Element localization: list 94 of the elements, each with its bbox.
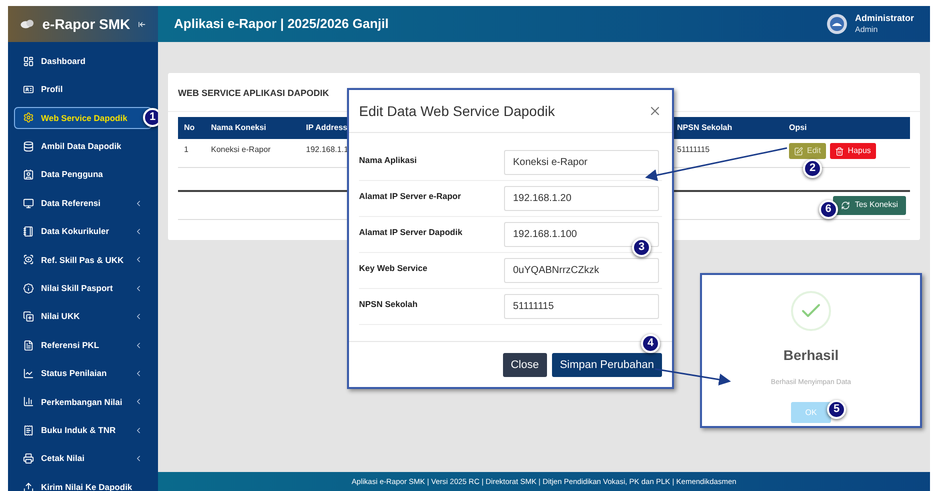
menu-label: Referensi PKL [41, 338, 100, 352]
brand-name: e-Rapor SMK [42, 14, 130, 34]
logo-icon [20, 17, 34, 31]
menu-label: Data Kokurikuler [41, 225, 110, 238]
chevron-icon [134, 255, 143, 264]
edit-icon [794, 146, 803, 156]
menu-icon [23, 482, 34, 491]
menu-label: Nilai UKK [41, 310, 80, 324]
menu-label: Ambil Data Dapodik [41, 140, 122, 153]
field-label: Alamat IP Server Dapodik [359, 226, 464, 239]
menu-label: Web Service Dapodik [41, 112, 128, 124]
table-cell: 51111115 [677, 145, 710, 154]
chevron-icon [134, 198, 143, 208]
sidebar-item[interactable]: Data Kokurikuler [14, 220, 152, 243]
menu-icon [23, 84, 34, 96]
card-title: WEB SERVICE APLIKASI DAPODIK [178, 88, 330, 98]
sidebar-item[interactable]: Status Penilaian [14, 362, 152, 385]
menu-label: Nilai Skill Pasport [41, 282, 113, 295]
menu-label: Status Penilaian [41, 367, 107, 380]
menu-label: Data Referensi [41, 196, 101, 210]
success-check-icon [791, 291, 831, 331]
field-label: Alamat IP Server e-Rapor [359, 190, 462, 203]
app-title: Aplikasi e-Rapor | 2025/2026 Ganjil [174, 15, 389, 34]
trash-icon [834, 146, 844, 156]
column-header: No [178, 117, 205, 139]
chevron-icon [134, 284, 143, 293]
text-field[interactable]: 51111115 [504, 294, 659, 319]
menu-icon [23, 311, 34, 322]
menu-label: Data Pengguna [41, 168, 103, 182]
refresh-icon [840, 200, 850, 210]
menu-label: Dashboard [41, 54, 86, 68]
chevron-icon [134, 312, 143, 322]
chevron-icon [134, 397, 143, 406]
close-icon[interactable] [648, 104, 662, 118]
text-field[interactable]: 0uYQABNrrzCZkzk [504, 258, 659, 283]
menu-icon [23, 340, 34, 351]
field-label: NPSN Sekolah [359, 298, 419, 311]
menu-icon [23, 226, 34, 238]
menu-icon [23, 396, 34, 408]
user-name: Administrator [854, 13, 914, 25]
table-cell: Koneksi e-Rapor [211, 145, 271, 154]
menu-label: Ref. Skill Pas & UKK [41, 254, 124, 266]
chevron-icon [134, 227, 143, 236]
save-button[interactable]: Simpan Perubahan [552, 353, 662, 377]
menu-icon [23, 254, 34, 266]
table-cell: 192.168.1.1 [306, 145, 348, 154]
step-number-badge: 3 [632, 238, 651, 257]
menu-icon [23, 453, 34, 464]
test-connection-button[interactable]: Tes Koneksi [832, 196, 906, 214]
text-field[interactable]: Koneksi e-Rapor [504, 150, 659, 175]
close-button[interactable]: Close [502, 353, 547, 377]
avatar-icon[interactable] [826, 14, 847, 34]
sidebar-item[interactable]: Buku Induk & TNR [14, 419, 152, 442]
sidebar-item[interactable]: Nilai Skill Pasport [14, 277, 152, 300]
field-label: Key Web Service [359, 262, 428, 275]
delete-button[interactable]: Hapus [830, 143, 876, 159]
field-label: Nama Aplikasi [359, 154, 418, 167]
sidebar-item[interactable]: Data Referensi [14, 192, 152, 214]
menu-icon [23, 368, 34, 379]
menu-icon [23, 282, 34, 294]
step-number-badge: 6 [818, 200, 838, 218]
chevron-icon [134, 454, 143, 464]
column-header: Opsi [783, 117, 910, 139]
sidebar-item[interactable]: Ambil Data Dapodik [14, 135, 152, 158]
chevron-icon [134, 368, 143, 378]
sidebar-item[interactable]: Nilai UKK [14, 306, 152, 328]
menu-icon [23, 140, 34, 152]
table-cell: 1 [184, 145, 188, 154]
menu-label: Buku Induk & TNR [41, 424, 116, 437]
sidebar-item[interactable]: Ref. Skill Pas & UKK [14, 248, 152, 272]
menu-label: Cetak Nilai [41, 452, 84, 466]
menu-icon [23, 56, 34, 67]
menu-icon [23, 112, 34, 124]
step-number-badge: 5 [827, 400, 846, 418]
chevron-icon [134, 426, 143, 435]
menu-icon [23, 198, 34, 209]
sidebar-item[interactable]: Perkembangan Nilai [14, 390, 152, 414]
chevron-icon [134, 340, 143, 350]
column-header: NPSN Sekolah [671, 117, 783, 139]
step-number-badge: 4 [641, 334, 660, 353]
sidebar-item[interactable]: Referensi PKL [14, 334, 152, 356]
sidebar-item[interactable]: Profil [14, 78, 152, 101]
sidebar-item[interactable]: Cetak Nilai [14, 447, 152, 470]
user-role: Admin [854, 24, 879, 35]
sidebar-item[interactable]: Dashboard [14, 50, 152, 72]
menu-icon [23, 169, 34, 180]
column-header: Nama Koneksi [205, 117, 300, 139]
step-number-badge: 2 [803, 159, 822, 178]
success-title: Berhasil [783, 346, 839, 365]
sidebar-item[interactable]: Data Pengguna [14, 164, 152, 186]
menu-label: Perkembangan Nilai [41, 396, 122, 408]
text-field[interactable]: 192.168.1.20 [504, 186, 659, 211]
menu-icon [23, 424, 34, 436]
menu-label: Profil [41, 83, 63, 96]
